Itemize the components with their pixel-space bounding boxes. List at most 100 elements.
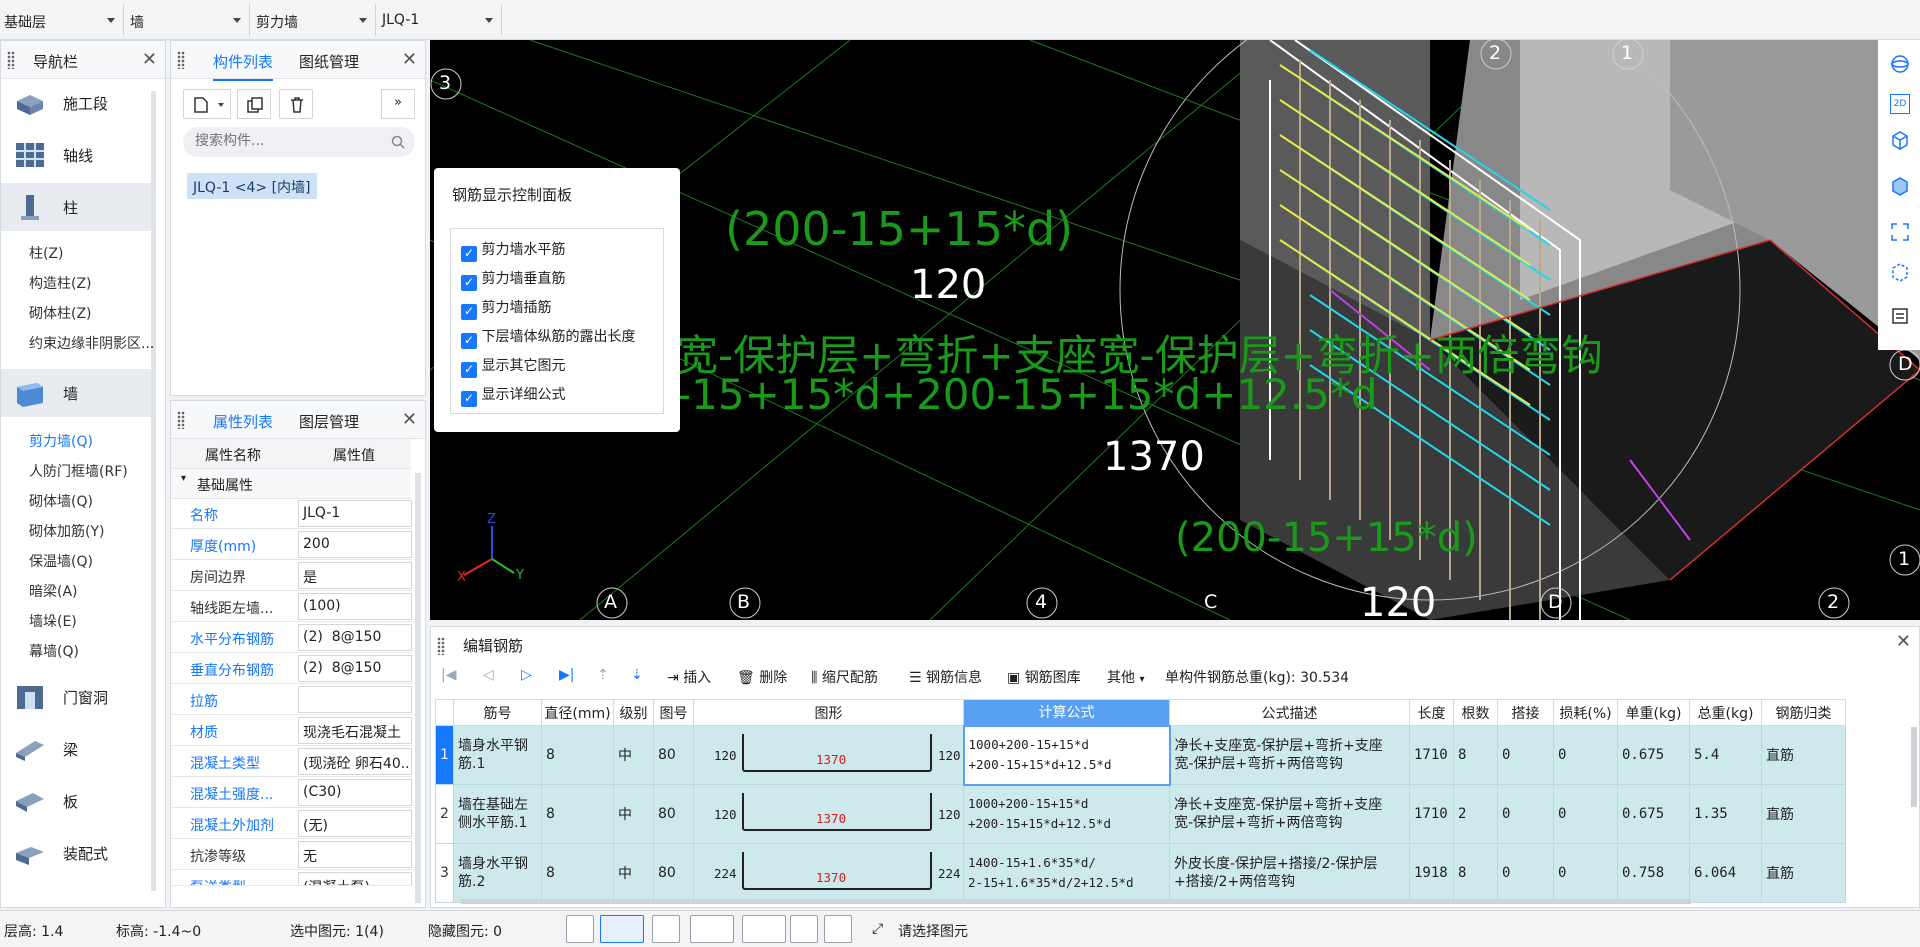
new-component-button[interactable]	[183, 89, 231, 119]
table-row[interactable]: 2 墙在基础左侧水平筋.1 8 中 80 120 1370 120 1000+200-15+15…	[435, 784, 1846, 844]
category-cell[interactable]: 直筋	[1761, 843, 1846, 903]
length-cell[interactable]: 1710	[1409, 784, 1454, 844]
figure-no-cell[interactable]: 80	[653, 843, 694, 903]
shape-cell[interactable]: 120 1370 120	[693, 784, 964, 844]
move-down-icon[interactable]: ⇣	[631, 667, 643, 683]
nav-sub-hidden-beam[interactable]: 暗梁(A)	[29, 581, 78, 601]
2d-view-icon[interactable]: 2D	[1890, 94, 1910, 114]
lap-cell[interactable]: 0	[1497, 843, 1554, 903]
tab-component-list[interactable]: 构件列表	[213, 51, 274, 81]
rebar-name-cell[interactable]: 墙身水平钢筋.2	[453, 843, 542, 903]
3d-viewport[interactable]: 2 1 3 A B 4 C D 2 D 1 (200-15+15*d) 120 …	[430, 40, 1920, 620]
nav-item-construction-stage[interactable]: 施工段	[1, 79, 151, 127]
search-field[interactable]	[183, 127, 415, 157]
nav-item-slab[interactable]: 板	[1, 777, 151, 825]
rebar-option[interactable]: ✓ 剪力墙水平筋	[461, 239, 565, 262]
count-cell[interactable]: 8	[1453, 725, 1498, 785]
nav-sub-column-z[interactable]: 柱(Z)	[29, 243, 64, 263]
count-cell[interactable]: 2	[1453, 784, 1498, 844]
nav-sub-wall-pier[interactable]: 墙垛(E)	[29, 611, 77, 631]
checkbox-checked-icon[interactable]: ✓	[461, 362, 477, 378]
scrollbar[interactable]	[1911, 727, 1917, 807]
nav-item-prefab[interactable]: 装配式	[1, 829, 151, 877]
property-value[interactable]	[298, 686, 412, 713]
checkbox-checked-icon[interactable]: ✓	[461, 275, 477, 291]
tab-layer-management[interactable]: 图层管理	[299, 411, 359, 432]
search-input[interactable]	[195, 133, 375, 149]
property-value[interactable]: 是	[298, 562, 412, 589]
checkbox-checked-icon[interactable]: ✓	[461, 333, 477, 349]
property-value[interactable]: 现浇毛石混凝土	[298, 717, 412, 744]
unit-weight-cell[interactable]: 0.675	[1617, 725, 1690, 785]
grip-icon[interactable]	[177, 411, 185, 429]
angle-snap-icon[interactable]	[690, 915, 734, 943]
length-cell[interactable]: 1918	[1409, 843, 1454, 903]
box-select-icon[interactable]	[1890, 262, 1910, 282]
property-group[interactable]: ▾ 基础属性	[171, 469, 411, 499]
close-icon[interactable]: ✕	[402, 49, 417, 70]
category-cell[interactable]: 直筋	[1761, 725, 1846, 785]
rebar-library-button[interactable]: ▣ 钢筋图库	[1007, 667, 1081, 687]
scrollbar[interactable]	[415, 473, 421, 903]
nav-item-column[interactable]: 柱	[1, 183, 151, 231]
property-value[interactable]: JLQ-1	[298, 500, 412, 527]
property-value[interactable]: 无	[298, 841, 412, 868]
checkbox-checked-icon[interactable]: ✓	[461, 391, 477, 407]
grade-cell[interactable]: 中	[613, 784, 654, 844]
total-weight-cell[interactable]: 6.064	[1689, 843, 1762, 903]
fit-view-icon[interactable]	[1890, 222, 1910, 242]
nav-sub-shear-wall[interactable]: 剪力墙(Q)	[29, 431, 93, 451]
property-value[interactable]: (100)	[298, 593, 412, 620]
rebar-info-button[interactable]: ☰ 钢筋信息	[909, 667, 982, 687]
property-value[interactable]: (现浇砼 卵石40...	[298, 748, 412, 775]
list-icon[interactable]	[1890, 306, 1910, 326]
close-icon[interactable]: ✕	[1896, 631, 1911, 652]
solid-cube-icon[interactable]	[1890, 176, 1910, 196]
table-row[interactable]: 3 墙身水平钢筋.2 8 中 80 224 1370 224 1400-15+1.6*35*d/…	[435, 843, 1846, 903]
move-up-icon[interactable]: ⇡	[597, 667, 609, 683]
unit-weight-cell[interactable]: 0.758	[1617, 843, 1690, 903]
lap-cell[interactable]: 0	[1497, 784, 1554, 844]
grade-cell[interactable]: 中	[613, 725, 654, 785]
rebar-option[interactable]: ✓ 剪力墙插筋	[461, 297, 551, 320]
nav-item-beam[interactable]: 梁	[1, 725, 151, 773]
row-number[interactable]: 3	[435, 843, 454, 903]
loss-cell[interactable]: 0	[1553, 784, 1618, 844]
checkbox-checked-icon[interactable]: ✓	[461, 246, 477, 262]
arc-icon[interactable]	[824, 915, 852, 943]
snap-mode-icon[interactable]	[600, 915, 644, 943]
tab-drawing-management[interactable]: 图纸管理	[299, 51, 359, 72]
close-icon[interactable]: ✕	[402, 409, 417, 430]
rebar-name-cell[interactable]: 墙身水平钢筋.1	[453, 725, 542, 785]
expand-toolbar-button[interactable]: »	[381, 89, 415, 119]
row-number[interactable]: 1	[435, 725, 454, 785]
first-row-icon[interactable]: |◀	[441, 667, 456, 683]
rebar-option[interactable]: ✓ 剪力墙垂直筋	[461, 268, 565, 291]
rebar-option[interactable]: ✓ 下层墙体纵筋的露出长度	[461, 326, 635, 349]
delete-component-button[interactable]	[279, 89, 313, 119]
floor-select[interactable]: 基础层	[0, 4, 124, 36]
lap-cell[interactable]: 0	[1497, 725, 1554, 785]
rebar-option[interactable]: ✓ 显示详细公式	[461, 384, 565, 407]
loss-cell[interactable]: 0	[1553, 843, 1618, 903]
ortho-icon[interactable]	[566, 915, 594, 943]
grip-icon[interactable]	[7, 51, 15, 69]
property-value[interactable]: (2) 8@150	[298, 624, 412, 651]
formula-cell[interactable]: 1000+200-15+15*d +200-15+15*d+12.5*d	[962, 724, 1171, 786]
type-select[interactable]: 墙	[126, 4, 250, 36]
cross-snap-icon[interactable]	[652, 915, 680, 943]
last-row-icon[interactable]: ▶|	[559, 667, 574, 683]
property-value[interactable]: (2) 8@150	[298, 655, 412, 682]
property-value[interactable]: (混凝土泵)	[298, 872, 412, 885]
nav-item-wall[interactable]: 墙	[1, 369, 151, 417]
formula-description-cell[interactable]: 净长+支座宽-保护层+弯折+支座 宽-保护层+弯折+两倍弯钩	[1169, 784, 1410, 844]
nav-item-axis[interactable]: 轴线	[1, 131, 151, 179]
category-cell[interactable]: 直筋	[1761, 784, 1846, 844]
nav-sub-civil-defense-door[interactable]: 人防门框墙(RF)	[29, 461, 128, 481]
cube-icon[interactable]	[1890, 130, 1910, 150]
close-icon[interactable]: ✕	[142, 49, 157, 70]
checkbox-checked-icon[interactable]: ✓	[461, 304, 477, 320]
figure-no-cell[interactable]: 80	[653, 725, 694, 785]
formula-cell[interactable]: 1400-15+1.6*35*d/2-15+1.6*35*d/2+12.5*d	[963, 843, 1170, 903]
grip-icon[interactable]	[437, 637, 445, 655]
